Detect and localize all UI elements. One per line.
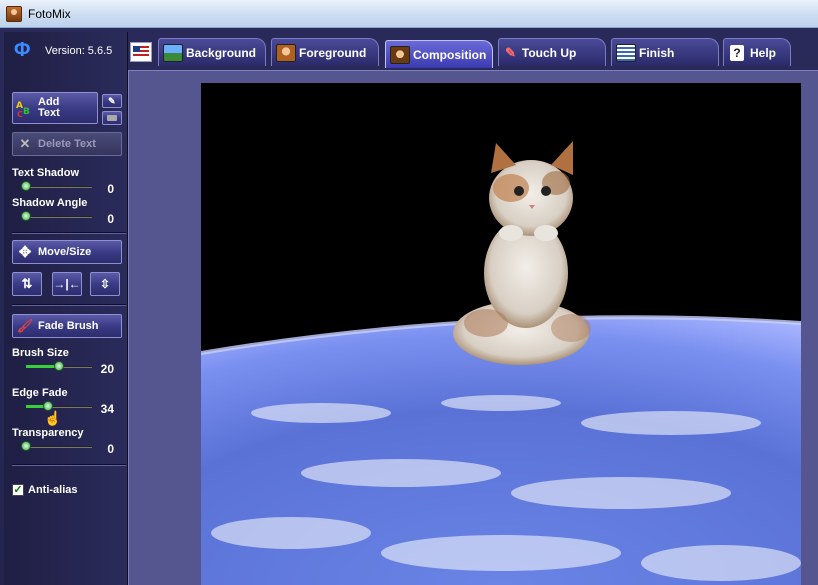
hand-cursor-icon: ☝	[44, 410, 62, 426]
composition-image[interactable]	[201, 83, 801, 585]
canvas-area[interactable]	[128, 70, 818, 585]
person-icon	[276, 43, 296, 62]
fotomix-logo-icon: Φ	[14, 39, 31, 61]
tab-composition[interactable]: Composition	[385, 40, 493, 68]
pencil-icon: ✎	[108, 95, 116, 106]
transparency-slider[interactable]	[21, 441, 92, 451]
checkbox-box[interactable]: ✓	[12, 484, 24, 496]
anti-alias-label: Anti-alias	[28, 484, 78, 496]
text-shadow-value: 0	[107, 182, 114, 196]
svg-text:C: C	[17, 110, 23, 117]
version-label: Version: 5.6.5	[45, 45, 113, 57]
brush-size-slider[interactable]	[26, 361, 92, 371]
erase-text-button[interactable]	[102, 111, 122, 125]
tool-panel: Φ Version: 5.6.5 ABC Add Text ✎ ✕ Delete…	[4, 32, 128, 585]
delete-x-icon: ✕	[19, 136, 31, 151]
fade-brush-label: Fade Brush	[38, 320, 99, 332]
transparency-label: Transparency	[12, 427, 84, 439]
flip-horizontal-button[interactable]: →|←	[52, 272, 82, 296]
tab-finish[interactable]: Finish	[611, 38, 719, 66]
divider	[12, 232, 126, 234]
shadow-angle-slider[interactable]	[21, 211, 92, 221]
tab-label: Help	[750, 45, 777, 60]
tab-help[interactable]: ? Help	[723, 38, 791, 66]
tab-label: Composition	[413, 47, 487, 62]
text-shadow-label: Text Shadow	[12, 167, 80, 179]
divider	[12, 464, 126, 466]
shadow-angle-label: Shadow Angle	[12, 197, 88, 209]
move-size-button[interactable]: ✥ Move/Size	[12, 240, 122, 264]
transparency-value: 0	[107, 442, 114, 456]
divider	[12, 304, 126, 306]
move-size-label: Move/Size	[38, 246, 92, 258]
fade-brush-button[interactable]: 🖌 Fade Brush	[12, 314, 122, 338]
brush-size-label: Brush Size	[12, 347, 69, 359]
edge-fade-label: Edge Fade	[12, 387, 68, 399]
finish-doc-icon	[616, 43, 636, 62]
text-abc-icon: ABC	[16, 99, 34, 117]
window-title-bar: FotoMix	[0, 0, 818, 28]
window-title: FotoMix	[28, 6, 71, 21]
flip-horizontal-icon: →|←	[53, 277, 81, 291]
composition-icon	[390, 45, 410, 64]
app-icon	[6, 5, 22, 22]
tab-label: Finish	[639, 45, 675, 60]
brush-icon: ✎	[505, 44, 516, 60]
delete-text-label: Delete Text	[38, 138, 96, 150]
edge-fade-value: 34	[100, 402, 114, 416]
delete-text-button[interactable]: ✕ Delete Text	[12, 132, 122, 156]
anti-alias-checkbox[interactable]: ✓ Anti-alias	[12, 484, 78, 496]
brush-icon: 🖌	[16, 318, 34, 333]
slider-thumb[interactable]	[54, 361, 64, 371]
tab-background[interactable]: Background	[158, 38, 266, 66]
tab-label: Foreground	[299, 45, 367, 60]
tab-touch-up[interactable]: ✎ Touch Up	[498, 38, 606, 66]
flip-vertical-icon: ⇅	[21, 276, 33, 291]
slider-thumb[interactable]	[21, 181, 31, 191]
landscape-icon	[163, 43, 183, 62]
add-text-button[interactable]: ABC Add Text	[12, 92, 98, 124]
brush-size-value: 20	[100, 362, 114, 376]
help-question-icon: ?	[730, 44, 744, 61]
eraser-icon	[107, 115, 117, 121]
edit-text-button[interactable]: ✎	[102, 94, 122, 108]
move-arrows-icon: ✥	[18, 244, 32, 261]
svg-text:B: B	[23, 107, 30, 117]
tab-label: Touch Up	[521, 45, 577, 60]
add-text-label-2: Text	[38, 107, 60, 119]
main-frame: Φ Version: 5.6.5 ABC Add Text ✎ ✕ Delete…	[0, 28, 818, 585]
text-shadow-slider[interactable]	[21, 181, 92, 191]
slider-thumb[interactable]	[21, 441, 31, 451]
center-icon: ⇳	[99, 277, 111, 291]
flip-vertical-button[interactable]: ⇅	[12, 272, 42, 296]
language-flag-button[interactable]	[130, 42, 152, 62]
tab-label: Background	[186, 45, 257, 60]
tab-foreground[interactable]: Foreground	[271, 38, 379, 66]
slider-thumb[interactable]	[21, 211, 31, 221]
shadow-angle-value: 0	[107, 212, 114, 226]
center-button[interactable]: ⇳	[90, 272, 120, 296]
edge-fade-slider[interactable]	[26, 401, 92, 411]
